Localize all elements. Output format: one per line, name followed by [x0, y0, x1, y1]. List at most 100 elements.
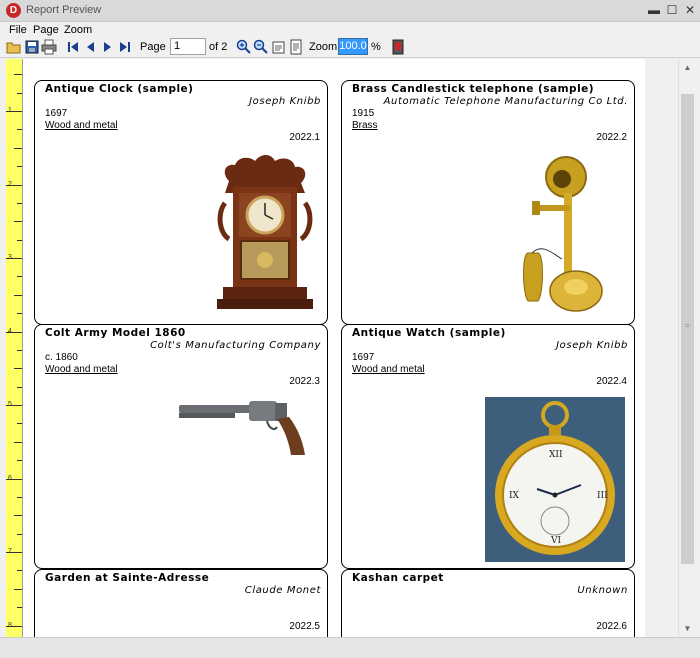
- ruler-tick: [14, 294, 22, 296]
- zoom-input[interactable]: 100.0: [338, 38, 368, 55]
- save-icon[interactable]: [24, 39, 40, 55]
- ruler-label: 5: [8, 401, 12, 408]
- ruler-label: 4: [8, 327, 12, 335]
- page-count-label: of 2: [209, 41, 228, 53]
- card-title: Antique Clock (sample): [45, 83, 194, 95]
- card-title: Garden at Sainte-Adresse: [45, 572, 210, 584]
- ruler-tick: [17, 386, 22, 388]
- ruler-tick: [14, 368, 22, 370]
- app-logo-icon: D: [6, 3, 21, 18]
- card-id: 2022.2: [596, 132, 627, 143]
- open-folder-icon[interactable]: [6, 39, 22, 55]
- ruler-tick: [17, 202, 22, 204]
- vertical-ruler: 1 2 3 4 5 6 7 8: [6, 59, 23, 637]
- ruler-tick: [14, 588, 22, 590]
- fit-width-icon[interactable]: [271, 39, 287, 55]
- svg-text:XII: XII: [549, 450, 563, 460]
- ruler-tick: [17, 570, 22, 572]
- card-maker: Automatic Telephone Manufacturing Co Ltd…: [383, 96, 628, 107]
- previous-page-icon[interactable]: [82, 39, 98, 55]
- report-card: Garden at Sainte-Adresse Claude Monet 20…: [34, 569, 328, 637]
- scroll-down-arrow-icon[interactable]: ▼: [679, 620, 696, 637]
- maximize-button[interactable]: ☐: [663, 2, 681, 18]
- card-maker: Claude Monet: [244, 585, 321, 596]
- scroll-grip-icon: =: [685, 321, 690, 330]
- card-year: c. 1860: [45, 352, 78, 363]
- last-page-icon[interactable]: [117, 39, 133, 55]
- clock-image: [217, 155, 313, 309]
- ruler-tick: [17, 92, 22, 94]
- ruler-label: 2: [8, 180, 12, 188]
- scrollbar-thumb[interactable]: =: [681, 94, 694, 564]
- report-card: Colt Army Model 1860 Colt's Manufacturin…: [34, 324, 328, 569]
- fit-page-icon[interactable]: [288, 39, 304, 55]
- telephone-image: [523, 156, 603, 312]
- ruler-tick: [14, 441, 22, 443]
- card-year: 1915: [352, 108, 375, 119]
- card-maker: Colt's Manufacturing Company: [150, 340, 321, 351]
- card-title: Colt Army Model 1860: [45, 327, 186, 339]
- report-card: Antique Clock (sample) Joseph Knibb 1697…: [34, 80, 328, 325]
- card-maker: Unknown: [577, 585, 628, 596]
- vertical-scrollbar[interactable]: ▲ = ▼: [678, 59, 695, 637]
- ruler-tick: [14, 147, 22, 149]
- report-page: Antique Clock (sample) Joseph Knibb 1697…: [23, 59, 645, 637]
- ruler-tick: [17, 533, 22, 535]
- minimize-button[interactable]: ▬: [645, 2, 663, 18]
- card-id: 2022.3: [289, 376, 320, 387]
- ruler-tick: [14, 515, 22, 517]
- card-material: Wood and metal: [45, 120, 118, 131]
- card-year: 1697: [45, 108, 68, 119]
- ruler-tick: [14, 74, 22, 76]
- revolver-image: [179, 401, 305, 455]
- report-card: Antique Watch (sample) Joseph Knibb 1697…: [341, 324, 635, 569]
- ruler-tick: [17, 460, 22, 462]
- card-id: 2022.1: [289, 132, 320, 143]
- exit-door-icon[interactable]: [390, 39, 406, 55]
- title-bar: D Report Preview ▬ ☐ ✕: [0, 0, 700, 22]
- page-label: Page: [140, 41, 166, 53]
- ruler-tick: [17, 129, 22, 131]
- ruler-label: 3: [8, 254, 12, 261]
- ruler-tick: [17, 349, 22, 351]
- page-number-input[interactable]: 1: [170, 38, 206, 55]
- ruler-label: 6: [8, 474, 12, 482]
- card-year: 1697: [352, 352, 375, 363]
- svg-text:III: III: [597, 491, 608, 501]
- status-bar: [0, 637, 700, 658]
- print-icon[interactable]: [41, 39, 57, 55]
- next-page-icon[interactable]: [100, 39, 116, 55]
- menu-page[interactable]: Page: [33, 24, 59, 36]
- zoom-unit: %: [371, 41, 381, 53]
- card-title: Brass Candlestick telephone (sample): [352, 83, 595, 95]
- pocket-watch-image: XII III VI IX: [485, 397, 625, 562]
- card-title: Antique Watch (sample): [352, 327, 506, 339]
- card-material: Wood and metal: [45, 364, 118, 375]
- card-material: Wood and metal: [352, 364, 425, 375]
- zoom-in-icon[interactable]: [236, 39, 252, 55]
- zoom-label: Zoom: [309, 41, 338, 53]
- ruler-tick: [17, 239, 22, 241]
- zoom-out-icon[interactable]: [253, 39, 269, 55]
- first-page-icon[interactable]: [65, 39, 81, 55]
- close-button[interactable]: ✕: [681, 2, 699, 18]
- ruler-tick: [14, 221, 22, 223]
- scroll-up-arrow-icon[interactable]: ▲: [679, 59, 696, 76]
- ruler-tick: [17, 166, 22, 168]
- card-material: Brass: [352, 120, 378, 131]
- ruler-label: 8: [8, 621, 12, 629]
- svg-text:IX: IX: [509, 491, 520, 501]
- card-id: 2022.4: [596, 376, 627, 387]
- ruler-label: 1: [8, 107, 12, 114]
- ruler-tick: [17, 423, 22, 425]
- card-id: 2022.6: [596, 621, 627, 632]
- card-title: Kashan carpet: [352, 572, 444, 584]
- menu-file[interactable]: File: [9, 24, 27, 36]
- card-maker: Joseph Knibb: [556, 340, 628, 351]
- ruler-tick: [17, 496, 22, 498]
- card-maker: Joseph Knibb: [249, 96, 321, 107]
- ruler-tick: [17, 607, 22, 609]
- report-card: Kashan carpet Unknown 2022.6: [341, 569, 635, 637]
- toolbar: Page 1 of 2 Zoom 100.0 %: [0, 37, 700, 58]
- menu-zoom[interactable]: Zoom: [64, 24, 92, 36]
